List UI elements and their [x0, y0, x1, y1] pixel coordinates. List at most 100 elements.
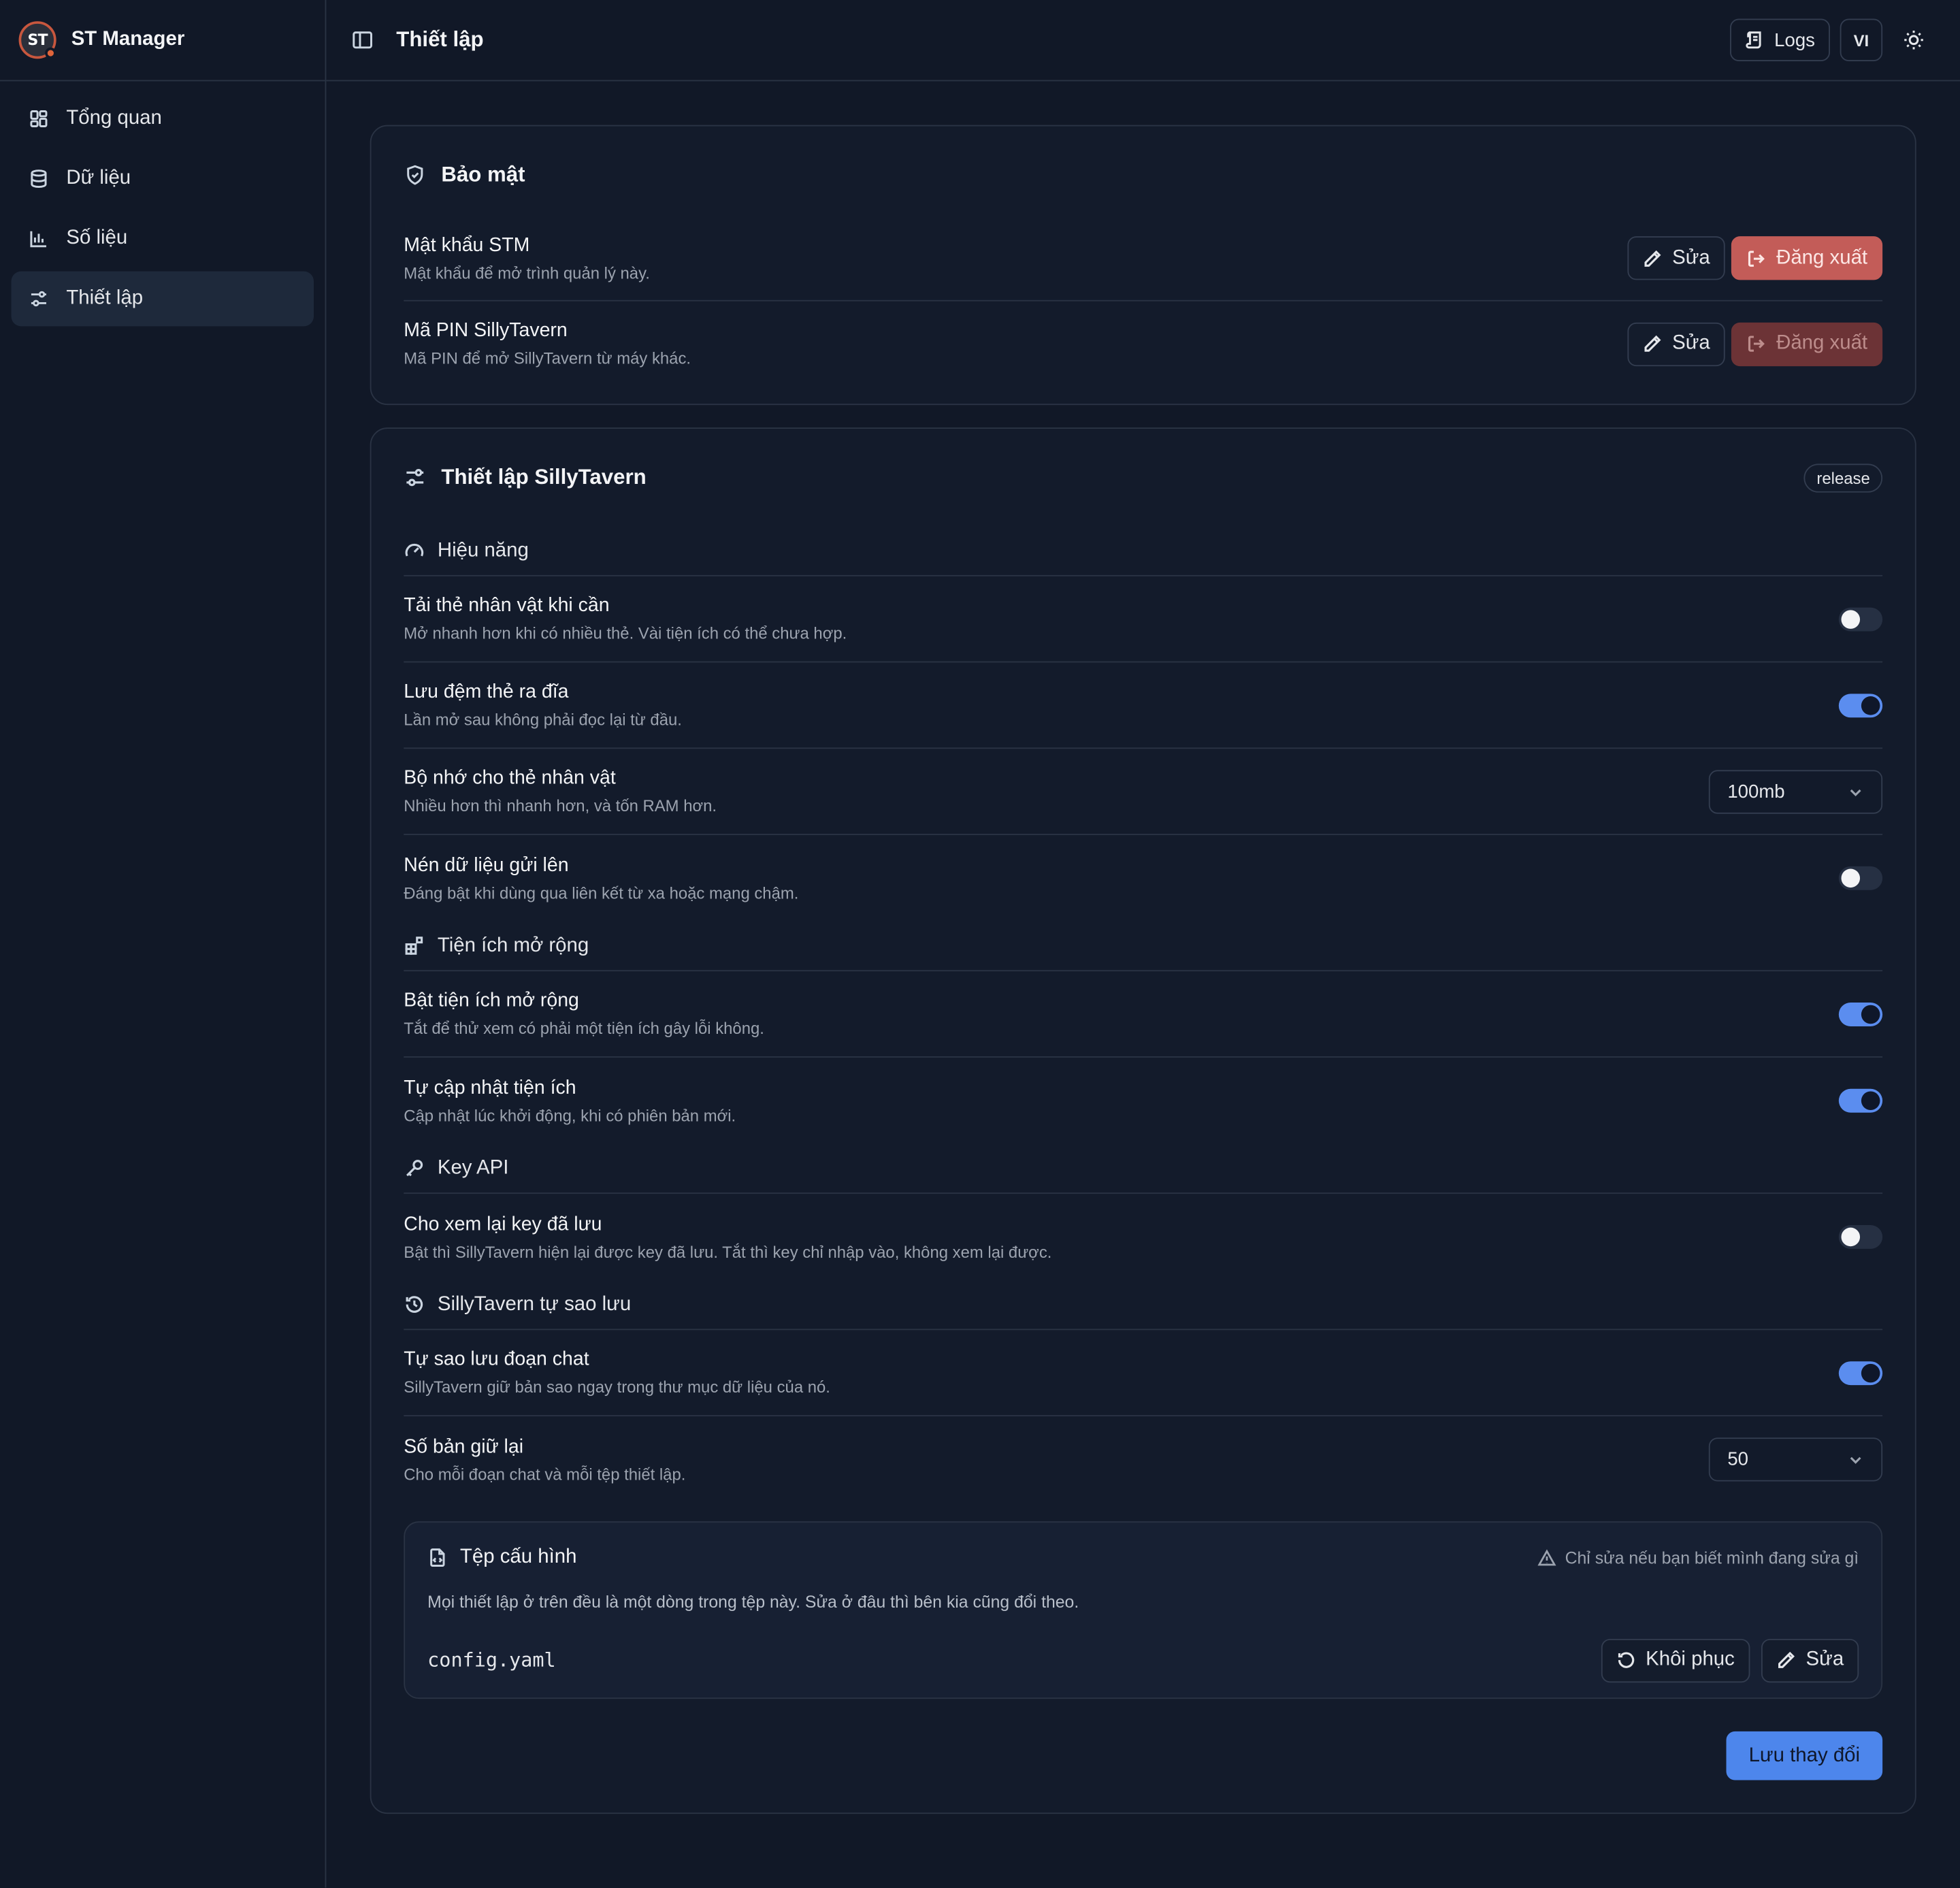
edit-pin-button[interactable]: Sửa — [1627, 321, 1725, 366]
sidebar-item-label: Thiết lập — [66, 287, 144, 309]
toggle-knob — [1861, 1091, 1880, 1111]
logs-icon — [1746, 31, 1762, 49]
sidebar-item-settings[interactable]: Thiết lập — [11, 271, 314, 327]
section-backup: SillyTavern tự sao lưu — [404, 1280, 1883, 1331]
app-logo: ST — [18, 21, 56, 59]
auto-backup-toggle[interactable] — [1838, 1361, 1883, 1385]
security-card: Bảo mật Mật khẩu STM Mật khẩu để mở trìn… — [370, 125, 1916, 406]
save-changes-label: Lưu thay đổi — [1748, 1744, 1861, 1766]
card-memory-row: Bộ nhớ cho thẻ nhân vật Nhiều hơn thì nh… — [404, 749, 1883, 835]
show-saved-key-toggle[interactable] — [1838, 1224, 1883, 1249]
edit-config-button-label: Sửa — [1806, 1648, 1844, 1670]
config-file-name: config.yaml — [427, 1648, 556, 1672]
edit-config-button[interactable]: Sửa — [1761, 1638, 1859, 1682]
app-logo-text: ST — [27, 31, 48, 49]
sidebar-item-stats[interactable]: Số liệu — [12, 211, 314, 266]
brand[interactable]: ST ST Manager — [0, 0, 325, 82]
row-description: Tắt để thử xem có phải một tiện ích gây … — [404, 1018, 764, 1038]
logs-button[interactable]: Logs — [1730, 18, 1830, 61]
sidebar-nav: Tổng quan Dữ liệu Số liệu Thiết lập — [0, 81, 325, 341]
row-title: Cho xem lại key đã lưu — [404, 1213, 602, 1235]
language-button-label: VI — [1853, 30, 1869, 50]
row-text: Tải thẻ nhân vật khi cần Mở nhanh hơn kh… — [404, 595, 847, 642]
sidebar-item-overview[interactable]: Tổng quan — [12, 91, 314, 146]
logout-button-label: Đăng xuất — [1776, 246, 1868, 268]
toggle-knob — [1861, 1004, 1880, 1024]
row-title: Nén dữ liệu gửi lên — [404, 854, 569, 876]
bar-chart-icon — [30, 231, 46, 248]
sidebar-toggle-icon — [353, 31, 372, 49]
row-description: Mật khẩu để mở trình quản lý này. — [404, 263, 650, 282]
logout-button-label: Đăng xuất — [1776, 332, 1868, 354]
row-description: Lần mở sau không phải đọc lại từ đầu. — [404, 710, 682, 729]
card-memory-select[interactable]: 100mb — [1708, 769, 1883, 813]
dashboard-icon — [30, 110, 48, 127]
lazy-load-row: Tải thẻ nhân vật khi cần Mở nhanh hơn kh… — [404, 576, 1883, 663]
row-text: Mật khẩu STM Mật khẩu để mở trình quản l… — [404, 234, 650, 282]
auto-update-extensions-row: Tự cập nhật tiện ích Cập nhật lúc khởi đ… — [404, 1058, 1883, 1144]
key-icon — [406, 1160, 423, 1177]
st-settings-card: Thiết lập SillyTavern release Hiệu năng … — [370, 427, 1916, 1814]
row-text: Tự sao lưu đoạn chat SillyTavern giữ bản… — [404, 1349, 830, 1397]
warning-icon — [1537, 1548, 1556, 1565]
database-icon — [31, 169, 47, 189]
config-file-actions: Khôi phục Sửa — [1601, 1638, 1859, 1682]
logo-status-dot — [45, 47, 56, 59]
st-settings-card-title: Thiết lập SillyTavern — [441, 465, 647, 489]
row-description: Cập nhật lúc khởi động, khi có phiên bản… — [404, 1105, 736, 1125]
row-text: Tự cập nhật tiện ích Cập nhật lúc khởi đ… — [404, 1077, 736, 1124]
save-changes-button[interactable]: Lưu thay đổi — [1726, 1731, 1883, 1780]
app-name: ST Manager — [71, 29, 185, 50]
show-saved-key-row: Cho xem lại key đã lưu Bật thì SillyTave… — [404, 1194, 1883, 1280]
compression-toggle[interactable] — [1838, 866, 1883, 890]
config-file-description: Mọi thiết lập ở trên đều là một dòng tro… — [427, 1592, 1079, 1612]
sliders-icon — [31, 291, 46, 307]
logout-icon — [1748, 336, 1765, 352]
compression-row: Nén dữ liệu gửi lên Đáng bật khi dùng qu… — [404, 835, 1883, 922]
lazy-load-toggle[interactable] — [1838, 606, 1883, 631]
auto-update-extensions-toggle[interactable] — [1838, 1088, 1883, 1113]
file-code-icon — [430, 1548, 445, 1567]
row-text: Cho xem lại key đã lưu Bật thì SillyTave… — [404, 1214, 1051, 1261]
row-description: SillyTavern giữ bản sao ngay trong thư m… — [404, 1378, 830, 1397]
row-controls — [1838, 1361, 1883, 1385]
disk-cache-toggle[interactable] — [1838, 693, 1883, 717]
logout-st-button: Đăng xuất — [1731, 321, 1883, 366]
row-text: Nén dữ liệu gửi lên Đáng bật khi dùng qu… — [404, 854, 798, 902]
row-controls — [1838, 1088, 1883, 1113]
sidebar-item-data[interactable]: Dữ liệu — [12, 151, 314, 206]
pencil-icon — [1778, 1651, 1795, 1668]
theme-toggle-button[interactable] — [1893, 19, 1935, 61]
row-text: Bật tiện ích mở rộng Tắt để thử xem có p… — [404, 990, 764, 1038]
chevron-down-icon — [1850, 789, 1861, 796]
row-controls — [1838, 693, 1883, 717]
row-title: Tự sao lưu đoạn chat — [404, 1348, 589, 1371]
stm-password-row: Mật khẩu STM Mật khẩu để mở trình quản l… — [404, 216, 1883, 302]
row-controls — [1838, 866, 1883, 890]
language-button[interactable]: VI — [1840, 18, 1883, 61]
row-title: Tải thẻ nhân vật khi cần — [404, 595, 610, 617]
security-card-title: Bảo mật — [441, 162, 525, 186]
disk-cache-row: Lưu đệm thẻ ra đĩa Lần mở sau không phải… — [404, 662, 1883, 749]
enable-extensions-toggle[interactable] — [1838, 1002, 1883, 1026]
select-value: 50 — [1727, 1448, 1749, 1470]
section-api-key: Key API — [404, 1144, 1883, 1194]
edit-password-button[interactable]: Sửa — [1627, 236, 1725, 280]
sidebar-item-label: Dữ liệu — [66, 167, 131, 189]
backup-count-select[interactable]: 50 — [1708, 1437, 1883, 1482]
restore-config-button[interactable]: Khôi phục — [1601, 1638, 1750, 1682]
st-pin-row: Mã PIN SillyTavern Mã PIN để mở SillyTav… — [404, 302, 1883, 387]
config-file-header: Tệp cấu hình Chỉ sửa nếu bạn biết mình đ… — [427, 1523, 1859, 1593]
row-title: Lưu đệm thẻ ra đĩa — [404, 681, 569, 703]
logout-stm-button[interactable]: Đăng xuất — [1731, 236, 1883, 280]
security-card-header: Bảo mật — [404, 127, 1882, 224]
sidebar-toggle-button[interactable] — [351, 29, 374, 51]
page-title: Thiết lập — [396, 27, 484, 52]
row-controls: 50 — [1708, 1437, 1883, 1482]
extensions-icon — [405, 937, 423, 955]
row-title: Số bản giữ lại — [404, 1435, 524, 1457]
config-file-panel: Tệp cấu hình Chỉ sửa nếu bạn biết mình đ… — [404, 1521, 1883, 1699]
save-bar: Lưu thay đổi — [404, 1699, 1883, 1812]
sidebar-item-label: Số liệu — [66, 227, 128, 249]
row-title: Mật khẩu STM — [404, 234, 530, 256]
